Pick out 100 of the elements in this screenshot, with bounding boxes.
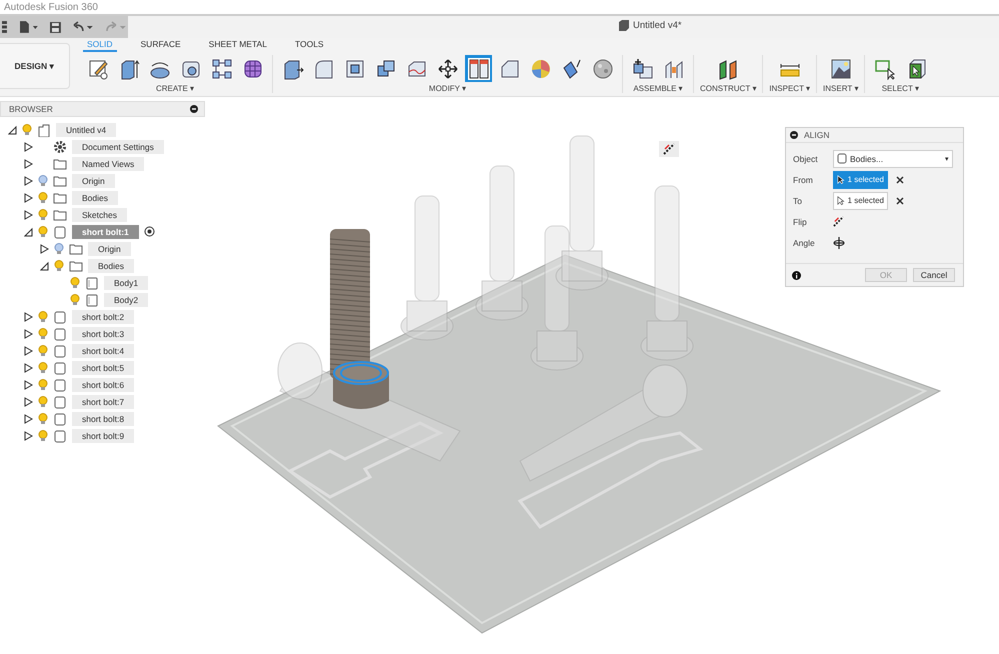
appearance-icon xyxy=(530,58,552,80)
tree-item-label[interactable]: Untitled v4 xyxy=(56,122,116,136)
group-menu[interactable]: MODIFY ▾ xyxy=(428,84,466,93)
group-menu[interactable]: ASSEMBLE ▾ xyxy=(633,84,683,93)
flip-icon[interactable] xyxy=(833,216,844,227)
folder-icon xyxy=(53,190,67,204)
undo-icon[interactable] xyxy=(72,21,94,33)
group-menu[interactable]: INSERT ▾ xyxy=(823,84,858,93)
group-menu[interactable]: CREATE ▾ xyxy=(156,84,194,93)
close-icon[interactable] xyxy=(896,176,904,184)
collapsed-triangle-icon[interactable] xyxy=(24,192,33,202)
collapsed-triangle-icon[interactable] xyxy=(24,176,33,186)
collapsed-triangle-icon[interactable] xyxy=(24,210,33,220)
info-icon[interactable] xyxy=(792,270,801,280)
collapsed-triangle-icon[interactable] xyxy=(24,414,33,424)
form-icon xyxy=(242,58,264,80)
collapse-icon[interactable] xyxy=(190,105,198,113)
lightbulb-icon[interactable] xyxy=(38,430,48,442)
lightbulb-icon[interactable] xyxy=(54,242,64,254)
flip-icon[interactable] xyxy=(659,141,679,157)
lightbulb-icon[interactable] xyxy=(38,344,48,356)
collapsed-triangle-icon[interactable] xyxy=(24,142,33,152)
collapsed-triangle-icon[interactable] xyxy=(24,328,33,338)
component-icon xyxy=(53,394,67,408)
align-tool-button[interactable] xyxy=(465,55,492,82)
lightbulb-icon[interactable] xyxy=(38,208,48,220)
group-menu[interactable]: SELECT ▾ xyxy=(882,84,919,93)
collapsed-triangle-icon[interactable] xyxy=(40,244,49,254)
tree-item-label[interactable]: short bolt:5 xyxy=(72,360,134,374)
tree-item-label[interactable]: Bodies xyxy=(88,258,134,272)
collapsed-triangle-icon[interactable] xyxy=(24,346,33,356)
folder-icon xyxy=(69,258,83,272)
lightbulb-icon[interactable] xyxy=(38,378,48,390)
cursor-icon xyxy=(837,174,845,185)
ribbon-tab[interactable]: SURFACE xyxy=(136,38,185,52)
component-icon xyxy=(53,344,67,358)
ribbon-tab[interactable]: SHEET METAL xyxy=(204,38,271,52)
tree-item-label[interactable]: short bolt:9 xyxy=(72,428,134,442)
lightbulb-icon[interactable] xyxy=(54,260,64,272)
tree-item-label[interactable]: Document Settings xyxy=(72,140,164,154)
component-icon xyxy=(53,412,67,426)
file-icon[interactable] xyxy=(20,21,38,33)
lightbulb-icon[interactable] xyxy=(38,226,48,238)
cancel-button[interactable]: Cancel xyxy=(913,268,955,282)
grid-menu-icon[interactable] xyxy=(2,21,8,33)
lightbulb-icon[interactable] xyxy=(38,396,48,408)
document-tab[interactable]: Untitled v4* xyxy=(633,20,682,31)
lightbulb-icon[interactable] xyxy=(70,294,80,306)
lightbulb-icon[interactable] xyxy=(38,412,48,424)
body-icon xyxy=(85,292,99,306)
pattern-icon xyxy=(210,58,232,80)
close-icon[interactable] xyxy=(896,196,904,204)
collapsed-triangle-icon[interactable] xyxy=(24,430,33,440)
lightbulb-icon[interactable] xyxy=(38,362,48,374)
collapsed-triangle-icon[interactable] xyxy=(24,396,33,406)
component-icon xyxy=(53,326,67,340)
tree-item-label[interactable]: short bolt:7 xyxy=(72,394,134,408)
draft-icon xyxy=(560,58,582,80)
tree-item-label[interactable]: short bolt:8 xyxy=(72,412,134,426)
tree-item-label[interactable]: short bolt:6 xyxy=(72,378,134,392)
active-radio-icon[interactable] xyxy=(144,226,155,237)
collapsed-triangle-icon[interactable] xyxy=(24,312,33,322)
tree-item-label[interactable]: short bolt:4 xyxy=(72,344,134,358)
material-icon xyxy=(592,58,614,80)
press-pull-icon xyxy=(282,58,304,80)
lightbulb-icon[interactable] xyxy=(38,174,48,186)
lightbulb-icon[interactable] xyxy=(22,124,32,136)
align-icon xyxy=(468,58,490,80)
save-icon[interactable] xyxy=(50,22,61,32)
lightbulb-icon[interactable] xyxy=(38,192,48,204)
group-menu[interactable]: CONSTRUCT ▾ xyxy=(700,84,756,93)
collapsed-triangle-icon[interactable] xyxy=(24,362,33,372)
expanded-triangle-icon[interactable] xyxy=(40,260,49,270)
expanded-triangle-icon[interactable] xyxy=(8,124,17,134)
tree-item-label[interactable]: Origin xyxy=(88,242,131,256)
tree-item-label[interactable]: Sketches xyxy=(72,208,127,222)
lightbulb-icon[interactable] xyxy=(70,276,80,288)
lightbulb-icon[interactable] xyxy=(38,310,48,322)
rotate-icon[interactable] xyxy=(833,236,845,248)
folder-icon xyxy=(53,208,67,222)
collapse-icon[interactable] xyxy=(790,131,798,139)
tree-item-label[interactable]: short bolt:2 xyxy=(72,310,134,324)
collapsed-triangle-icon[interactable] xyxy=(24,158,33,168)
folder-icon xyxy=(53,156,67,170)
tree-item-label[interactable]: short bolt:3 xyxy=(72,326,134,340)
lightbulb-icon[interactable] xyxy=(38,328,48,340)
tree-item-label[interactable]: Named Views xyxy=(72,156,144,170)
fillet-icon xyxy=(312,58,334,80)
tree-item-label[interactable]: Body1 xyxy=(104,276,148,290)
tree-item-label[interactable]: Origin xyxy=(72,174,115,188)
selection-button[interactable]: 1 selected xyxy=(833,192,888,210)
combine-icon xyxy=(374,58,396,80)
expanded-triangle-icon[interactable] xyxy=(24,226,33,236)
collapsed-triangle-icon[interactable] xyxy=(24,380,33,390)
workspace-dropdown[interactable]: DESIGN ▾ xyxy=(0,43,70,89)
group-menu[interactable]: INSPECT ▾ xyxy=(769,84,810,93)
tree-item-label[interactable]: Body2 xyxy=(104,292,148,306)
tree-item-label[interactable]: Bodies xyxy=(72,190,118,204)
ribbon-tab[interactable]: TOOLS xyxy=(290,38,328,52)
selection-button[interactable]: 1 selected xyxy=(833,170,888,188)
